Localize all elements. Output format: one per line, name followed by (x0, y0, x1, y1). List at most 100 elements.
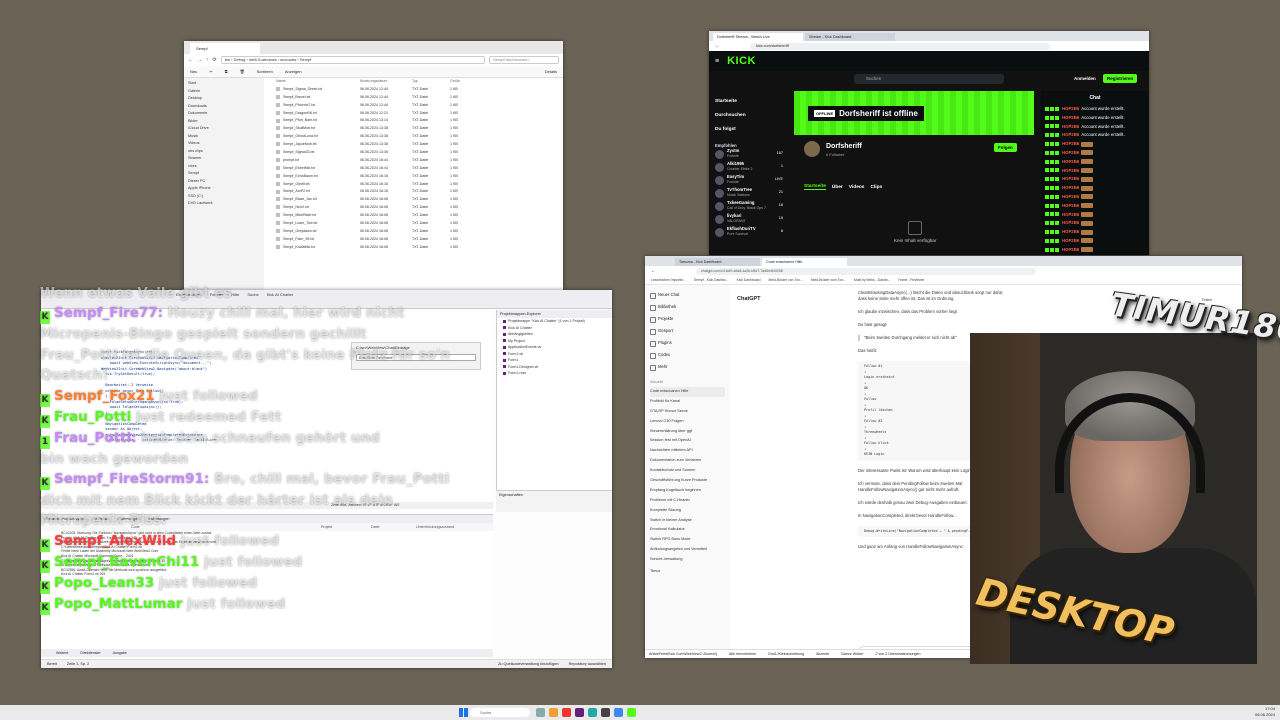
sidebar-nav-item[interactable]: Plugins (650, 337, 725, 349)
nav-item[interactable]: DVD Laufwerk (188, 200, 258, 208)
conversation-item[interactable]: Empfang Kugelbuch beginnen (650, 486, 725, 496)
explorer-tab[interactable]: Sempf (190, 43, 260, 54)
back-icon[interactable]: ← (715, 43, 720, 49)
nav-item[interactable]: vices (188, 163, 258, 171)
file-row[interactable]: Sempf_Pfuh_Bam.txt 06.06.2024 13:14 TXT-Da… (264, 117, 563, 125)
bookmark[interactable]: Home - Reviewer (898, 278, 924, 282)
recommended-streamer[interactable]: EkflashDuriTV Pure Survival 8 (715, 226, 783, 239)
register-button[interactable]: Registrieren (1103, 74, 1138, 83)
kick-browser-window[interactable]: Dorfsheriff Stream - Watch Live Stream - … (709, 31, 1149, 255)
file-row[interactable]: Sempf_Sigma33.txt 06.06.2024 13:36 TXT-Dat… (264, 149, 563, 157)
chat-username[interactable]: HOP2B6 (1062, 132, 1079, 137)
chat-username[interactable]: HOP2B6 (1062, 229, 1079, 234)
file-row[interactable]: Sempf_NeoX.txt 06.06.2024 16:06 TXT-Datei 1… (264, 204, 563, 212)
conversation-item[interactable]: Session fest mit OpenAI (650, 436, 725, 446)
column-header[interactable]: Größe (450, 78, 480, 86)
url-bar[interactable]: chatgpt.com/c/16cf0-a9a8-4a2b-b847-7ad6e… (696, 267, 1036, 275)
file-row[interactable]: Sempf_KoalaMix.txt 06.06.2024 16:06 TXT-Da… (264, 244, 563, 252)
browser-tab[interactable]: Code entschanen Hilfe (762, 258, 847, 266)
conversation-item[interactable]: Schicht-Verwaltung (650, 555, 725, 565)
sidebar-nav-item[interactable]: Neuer Chat (650, 289, 725, 301)
sidebar-nav-item[interactable]: Codex (650, 349, 725, 361)
file-row[interactable]: Sempf_Loser_Tow.txt 06.06.2024 16:06 TXT-D… (264, 220, 563, 228)
bookmark[interactable]: Meld-Brüder von Ton... (769, 278, 803, 282)
app-icon[interactable] (588, 708, 597, 717)
solution-item[interactable]: Form1.resx (503, 370, 612, 377)
conversation-item[interactable]: Switch RPG Boss Mode (650, 535, 725, 545)
conversation-item[interactable]: Lenovo C30 Fragen (650, 417, 725, 427)
forward-icon[interactable]: → (197, 57, 202, 63)
column-header[interactable]: Name (276, 78, 360, 86)
chat-username[interactable]: HOP2B6 (1062, 220, 1079, 225)
clock[interactable]: 17:04 06.06.2024 (1255, 706, 1275, 718)
find-option[interactable]: ArticleFeed\Kick.Com\WebView2 \Source\] (649, 650, 717, 658)
chat-username[interactable]: HOP2B6 (1062, 238, 1079, 243)
nav-item[interactable]: Start (188, 80, 258, 88)
recommended-streamer[interactable]: Zystm Fortnite 167 (715, 148, 783, 161)
chat-username[interactable]: HOP2B6 (1062, 194, 1079, 199)
file-row[interactable]: Sempf_DragonKill.txt 06.06.2024 12:21 TXT-… (264, 110, 563, 118)
file-row[interactable]: Sempf_ArcP2.txt 06.06.2024 16:16 TXT-Datei… (264, 188, 563, 196)
nav-item[interactable]: Galerie (188, 88, 258, 96)
recommended-streamer[interactable]: TxkeeGaming Call of Duty: Black Ops 7 16 (715, 200, 783, 213)
file-row[interactable]: Sempf_Sigma_Greek.txt 06.06.2024 12:44 TXT… (264, 86, 563, 94)
kick-search-input[interactable]: Suchen (854, 74, 1004, 84)
column-header[interactable]: Änderungsdatum (360, 78, 412, 86)
taskbar-search[interactable]: Suche (470, 708, 530, 717)
status-item[interactable]: Repository auswählen (569, 660, 606, 669)
file-row[interactable]: Sempf_Blaze_Jax.txt 06.06.2024 16:06 TXT-D… (264, 196, 563, 204)
conversation-item[interactable]: Abfindungsangebot und Vermittelt (650, 545, 725, 555)
app-icon[interactable] (549, 708, 558, 717)
panel-tab[interactable]: Weitere (56, 649, 68, 657)
conversation-item[interactable]: Dokumentation zum Verfahren (650, 456, 725, 466)
conversation-item[interactable]: Switch in kleiner Analyse (650, 516, 725, 526)
chat-username[interactable]: HOP2B6 (1062, 150, 1079, 155)
windows-start-icon[interactable] (459, 708, 468, 717)
chat-username[interactable]: HOP2B6 (1062, 185, 1079, 190)
app-icon[interactable] (562, 708, 571, 717)
file-row[interactable]: Sempf_MikeRider.txt 06.06.2024 16:06 TXT-D… (264, 212, 563, 220)
file-row[interactable]: Sempf_EstrelMix.txt 06.06.2024 16:44 TXT-D… (264, 165, 563, 173)
conversation-item[interactable]: Profibild für Kanal (650, 397, 725, 407)
explorer-search-input[interactable]: Sempf durchsuchen (489, 56, 559, 64)
file-row[interactable]: prompt.txt 06.06.2024 16:44 TXT-Datei 1 KB (264, 157, 563, 165)
nav-item[interactable]: Apple iPhone (188, 185, 258, 193)
chat-username[interactable]: HOP2B6 (1062, 124, 1079, 129)
file-row[interactable]: Sempf_Flam_99.txt 06.06.2024 16:06 TXT-Dat… (264, 236, 563, 244)
file-explorer-window[interactable]: Sempf ← → ↑ ⟳ bin › Debug › net8.0-windo… (184, 41, 563, 290)
channel-tab[interactable]: Startseite (804, 184, 826, 190)
browser-tab[interactable]: Stream - Kick Dashboard (805, 33, 895, 41)
find-option[interactable]: Ganze Wörter (841, 650, 863, 658)
app-icon[interactable] (601, 708, 610, 717)
user-name[interactable]: Timur (650, 568, 725, 573)
nav-item[interactable]: Dieser PC (188, 178, 258, 186)
chat-username[interactable]: HOP2B6 (1062, 106, 1079, 111)
nav-item[interactable]: iCloud Drive (188, 125, 258, 133)
nav-item[interactable]: Bilder (188, 118, 258, 126)
panel-tab[interactable]: Ausgabe (113, 649, 127, 657)
browser-tab[interactable]: Tarsuma - Kick Dashboard (675, 258, 760, 266)
chat-username[interactable]: HOP2B6 (1062, 141, 1079, 146)
chat-username[interactable]: HOP2B6 (1062, 115, 1079, 120)
nav-item[interactable]: Musik (188, 133, 258, 141)
cut-icon[interactable]: ✂ (209, 69, 212, 74)
sidebar-nav-item[interactable]: Mehr (650, 361, 725, 373)
app-icon[interactable] (536, 708, 545, 717)
chat-username[interactable]: HOP2B6 (1062, 159, 1079, 164)
channel-tab[interactable]: Über (832, 185, 843, 190)
model-selector[interactable]: ChatGPT (737, 296, 761, 302)
bookmark[interactable]: Meld-Brüder vom Ton... (811, 278, 846, 282)
file-row[interactable]: Sempf_Greydawn.txt 06.06.2024 16:06 TXT-Da… (264, 228, 563, 236)
conversation-item[interactable]: Komplette Sitzung (650, 506, 725, 516)
conversation-item[interactable]: Kontaktschutz und Sonnen (650, 466, 725, 476)
find-option[interactable]: 2 von 2 Übereinstimmungen (876, 650, 921, 658)
sidebar-item-following[interactable]: Du folgst (715, 123, 783, 137)
browser-tab[interactable]: Dorfsheriff Stream - Watch Live (713, 33, 803, 41)
follow-button[interactable]: Folgen (994, 143, 1017, 152)
bookmark[interactable]: Multi by Mekk - Dashb... (854, 278, 890, 282)
app-icon[interactable] (627, 708, 636, 717)
column-header[interactable]: Typ (412, 78, 450, 86)
file-row[interactable]: Sempf_SkullMob.txt 06.06.2024 13:38 TXT-Da… (264, 125, 563, 133)
nav-item[interactable]: Sempf (188, 170, 258, 178)
conversation-item[interactable]: GTA RP Humor Szene (650, 407, 725, 417)
